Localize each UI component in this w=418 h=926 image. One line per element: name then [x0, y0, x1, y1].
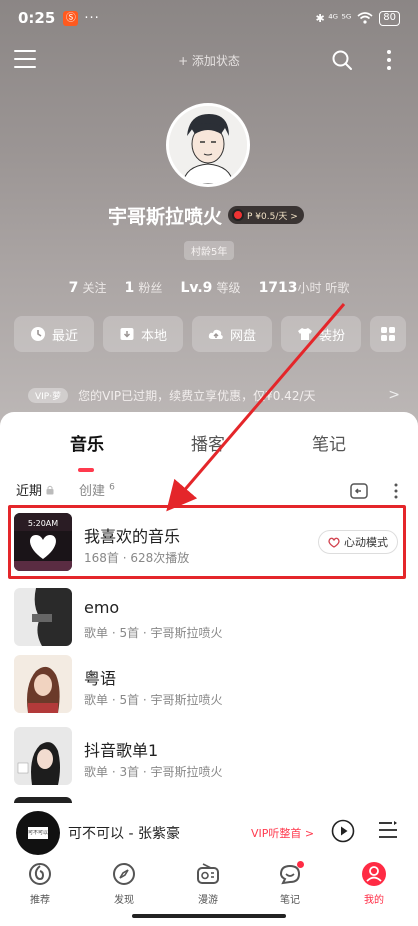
mini-player[interactable]: 可不可以 可不可以 - 张紫豪 VIP听整首 >: [0, 803, 418, 859]
profile-stats: 7 关注 1 粉丝 Lv.9 等级 1713小时 听歌: [0, 279, 418, 296]
subtab-created-count: 6: [109, 482, 115, 493]
avatar-illustration: [169, 106, 247, 184]
more-features-button[interactable]: [370, 316, 406, 352]
playlist-subtitle: 歌单 · 5首 · 宇哥斯拉喷火: [84, 693, 223, 707]
playlist-title: emo: [84, 598, 120, 617]
local-label: 本地: [140, 328, 167, 344]
playlist-item-emo[interactable]: emo 歌单 · 5首 · 宇哥斯拉喷火: [14, 588, 406, 650]
disc-label: 可不可以: [28, 827, 48, 839]
status-more-dots: ···: [84, 10, 100, 26]
nav-discover-label: 发现: [114, 895, 134, 906]
vip-badge-text: P ¥0.5/天 >: [247, 211, 298, 222]
douyin-cover-art: [14, 727, 72, 785]
top-nav: + 添加状态: [0, 42, 418, 78]
emo-cover-art: [14, 588, 72, 646]
nav-mine-label: 我的: [364, 895, 384, 906]
stat-following[interactable]: 7 关注: [69, 279, 107, 296]
vip-tag: VIP·萝: [28, 387, 69, 403]
vip-full-song-link[interactable]: VIP听整首 >: [251, 825, 314, 841]
user-icon: [362, 862, 386, 886]
stat-level[interactable]: Lv.9 等级: [180, 279, 240, 296]
nav-recommend-label: 推荐: [30, 895, 50, 906]
clock-icon: [30, 327, 45, 341]
nav-mine[interactable]: 我的: [346, 861, 402, 906]
quick-actions: 最近 本地 网盘 装扮: [14, 316, 406, 352]
highlight-box: [8, 505, 406, 579]
vip-renew-banner[interactable]: VIP·萝 您的VIP已过期，续费立享优惠，仅¥0.42/天 >: [0, 378, 418, 412]
subtab-created-label: 创建: [79, 484, 106, 499]
nav-roam-label: 漫游: [198, 895, 218, 906]
playlist-queue-icon[interactable]: [378, 821, 398, 839]
tab-notes[interactable]: 笔记: [312, 430, 346, 455]
nav-notes-label: 笔记: [280, 895, 300, 906]
search-icon[interactable]: [330, 48, 354, 72]
more-vertical-icon[interactable]: [383, 47, 395, 73]
cantonese-cover-art: [14, 655, 72, 713]
profile-username: 宇哥斯拉喷火: [108, 206, 223, 228]
status-bar: 0:25 Ⓢ ··· ✱ ⁴ᴳ ⁵ᴳ 80: [0, 0, 418, 36]
playlist-item-douyin[interactable]: 抖音歌单1 歌单 · 3首 · 宇哥斯拉喷火: [14, 727, 406, 789]
dress-up-label: 装扮: [318, 328, 345, 344]
subtab-recent-label: 近期: [16, 484, 43, 499]
subtab-created[interactable]: 创建 6: [79, 480, 115, 499]
cantonese-cover: [14, 655, 72, 713]
import-playlist-icon[interactable]: [350, 482, 368, 500]
playlist-title: 抖音歌单1: [84, 741, 159, 760]
download-box-icon: [120, 328, 134, 340]
vinyl-disc-icon: [232, 209, 244, 221]
recent-button[interactable]: 最近: [14, 316, 94, 352]
grid-icon: [381, 327, 395, 341]
play-icon[interactable]: [331, 819, 355, 843]
vip-level-badge[interactable]: P ¥0.5/天 >: [228, 206, 304, 224]
chevron-right-icon: >: [388, 387, 400, 403]
nav-recommend[interactable]: 推荐: [12, 861, 68, 906]
tab-podcast[interactable]: 播客: [191, 430, 225, 455]
home-indicator: [132, 914, 286, 918]
cloud-drive-button[interactable]: 网盘: [192, 316, 272, 352]
avatar[interactable]: [166, 103, 250, 187]
now-playing-title: 可不可以 - 张紫豪: [68, 826, 180, 842]
notification-dot: [297, 861, 304, 868]
playlist-subtitle: 歌单 · 3首 · 宇哥斯拉喷火: [84, 765, 223, 779]
dress-up-button[interactable]: 装扮: [281, 316, 361, 352]
cloud-drive-label: 网盘: [229, 328, 256, 344]
netease-icon: [29, 863, 51, 885]
tab-active-indicator: [78, 468, 94, 472]
compass-icon: [113, 863, 135, 885]
library-tabs: 音乐 播客 笔记: [0, 424, 418, 472]
now-playing-disc[interactable]: 可不可以: [16, 811, 60, 855]
subtab-recent[interactable]: 近期: [16, 480, 54, 499]
nav-discover[interactable]: 发现: [96, 861, 152, 906]
wifi-icon: [357, 12, 373, 24]
add-status-button[interactable]: + 添加状态: [0, 52, 418, 69]
local-button[interactable]: 本地: [103, 316, 183, 352]
signal-icons: ✱ ⁴ᴳ ⁵ᴳ: [315, 11, 352, 25]
battery-indicator: 80: [379, 10, 400, 26]
cloud-upload-icon: [208, 329, 223, 339]
nav-notes[interactable]: 笔记: [262, 861, 318, 906]
stat-followers[interactable]: 1 粉丝: [125, 279, 163, 296]
nav-roam[interactable]: 漫游: [180, 861, 236, 906]
app-notification-icon: Ⓢ: [63, 10, 79, 26]
playlist-item-cantonese[interactable]: 粤语 歌单 · 5首 · 宇哥斯拉喷火: [14, 655, 406, 717]
recent-label: 最近: [51, 328, 78, 344]
playlist-subtitle: 歌单 · 5首 · 宇哥斯拉喷火: [84, 626, 223, 640]
playlist-title: 粤语: [84, 669, 117, 688]
stat-listening-hours[interactable]: 1713小时 听歌: [259, 279, 350, 296]
emo-cover: [14, 588, 72, 646]
vip-renew-text: 您的VIP已过期，续费立享优惠，仅¥0.42/天: [78, 388, 316, 403]
tab-music[interactable]: 音乐: [70, 430, 104, 455]
status-time: 0:25: [18, 9, 56, 27]
bottom-nav: 推荐 发现 漫游 笔记 我的: [0, 859, 418, 909]
account-age-tag: 村龄5年: [184, 241, 235, 260]
more-options-icon[interactable]: [393, 481, 399, 501]
lock-icon: [46, 485, 54, 495]
radio-icon: [197, 863, 219, 884]
status-indicators: ✱ ⁴ᴳ ⁵ᴳ 80: [315, 10, 400, 26]
douyin-cover: [14, 727, 72, 785]
tshirt-icon: [297, 328, 312, 340]
